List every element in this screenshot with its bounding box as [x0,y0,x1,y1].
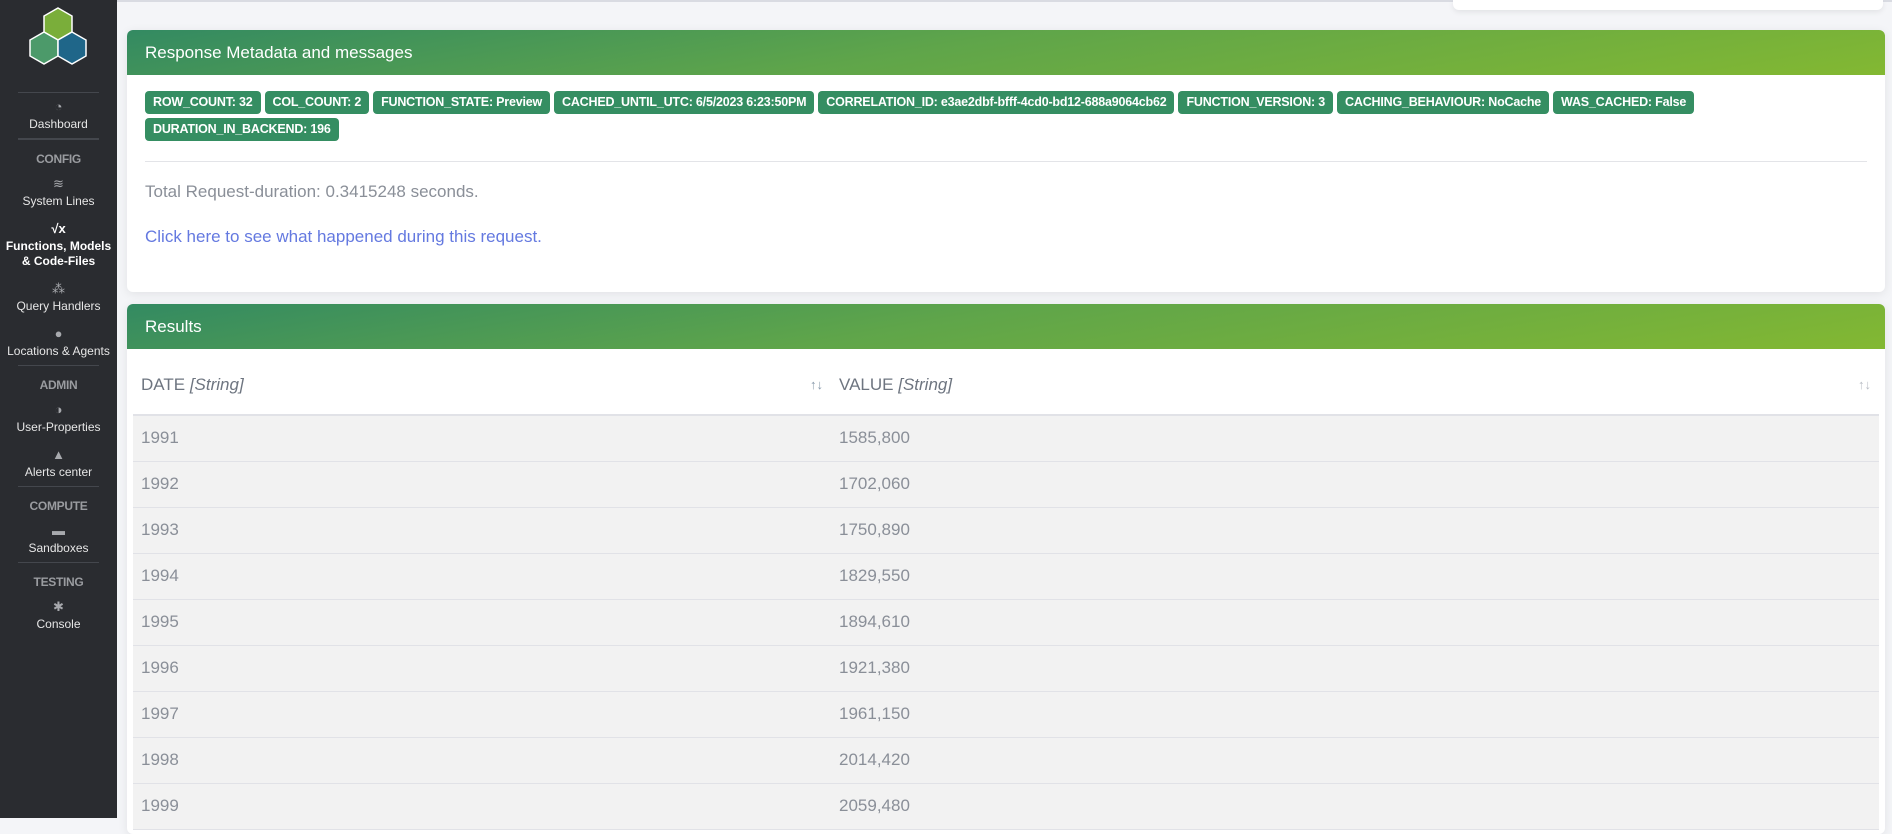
date-cell: 1998 [133,737,831,784]
top-card [1453,0,1883,10]
date-cell: 1995 [133,599,831,646]
results-table: DATE [String] ↑↓ VALUE [String] ↑↓ 1991 1585… [133,355,1879,830]
sidebar-section-config: CONFIG [36,152,81,166]
bug-icon: ✱ [53,599,64,614]
table-row: 1999 2059,480 [133,783,1879,830]
sidebar-section-admin: ADMIN [39,378,78,392]
metadata-badge: FUNCTION_STATE: Preview [373,91,551,114]
sidebar-item-console[interactable]: ✱ Console [0,593,117,638]
hexagon-logo-icon [29,7,87,65]
card-title: Results [127,304,1885,349]
metadata-badge: CACHED_UNTIL_UTC: 6/5/2023 6:23:50PM [554,91,815,114]
sidebar-item-label: Dashboard [29,117,88,131]
date-cell: 1993 [133,507,831,554]
table-row: 1994 1829,550 [133,553,1879,600]
briefcase-icon: ▬ [52,523,65,538]
value-cell: 1894,610 [831,599,1879,646]
value-cell: 1829,550 [831,553,1879,600]
sidebar-item-label: Locations & Agents [7,344,110,358]
table-row: 1993 1750,890 [133,507,1879,554]
cubes-icon: ⁂ [52,281,65,296]
table-row: 1995 1894,610 [133,599,1879,646]
value-cell: 1585,800 [831,415,1879,462]
sidebar-item-dashboard[interactable]: ◔ Dashboard [0,93,117,138]
map-marker-icon: ● [54,326,63,341]
sidebar-item-alerts-center[interactable]: ▲ Alerts center [0,441,117,486]
sidebar-item-query-handlers[interactable]: ⁂ Query Handlers [0,275,117,320]
column-name: DATE [141,374,186,394]
value-cell: 1702,060 [831,461,1879,508]
value-cell: 1961,150 [831,691,1879,738]
sidebar-item-label: Sandboxes [28,541,89,555]
layers-icon: ≋ [53,176,64,191]
sidebar-item-label: Query Handlers [16,299,101,313]
response-metadata-card: Response Metadata and messages ROW_COUNT… [127,30,1885,292]
shield-icon: ◑ [54,402,63,417]
sidebar-item-locations-agents[interactable]: ● Locations & Agents [0,320,117,365]
metadata-badge: COL_COUNT: 2 [264,91,370,114]
request-trace-link[interactable]: Click here to see what happened during t… [127,202,1885,247]
main-content: Response Metadata and messages ROW_COUNT… [117,0,1892,834]
column-type: [String] [189,374,244,394]
date-cell: 1991 [133,415,831,462]
card-title: Response Metadata and messages [127,30,1885,75]
sidebar-item-system-lines[interactable]: ≋ System Lines [0,170,117,215]
metadata-badges: ROW_COUNT: 32 COL_COUNT: 2 FUNCTION_STATE:… [127,75,1885,141]
column-header-value[interactable]: VALUE [String] ↑↓ [831,355,1879,416]
sidebar-section-testing: TESTING [33,575,84,589]
results-card: Results DATE [String] ↑↓ VALUE [String] ↑↓ … [127,304,1885,834]
sidebar-item-label: Alerts center [24,465,93,479]
sidebar-item-functions-models-code-files[interactable]: √x Functions, Models & Code-Files [0,215,117,275]
table-row: 1991 1585,800 [133,415,1879,462]
table-row: 1992 1702,060 [133,461,1879,508]
request-duration: Total Request-duration: 0.3415248 second… [145,182,479,201]
metadata-badge: DURATION_IN_BACKEND: 196 [145,118,339,141]
value-cell: 1921,380 [831,645,1879,692]
table-row: 1997 1961,150 [133,691,1879,738]
sqrt-x-icon: √x [51,221,66,236]
table-row: 1996 1921,380 [133,645,1879,692]
sort-icon[interactable]: ↑↓ [1858,377,1871,392]
sidebar-item-label: System Lines [22,194,95,208]
metadata-badge: WAS_CACHED: False [1553,91,1695,114]
date-cell: 1997 [133,691,831,738]
sidebar-item-label: Console [36,617,81,631]
date-cell: 1992 [133,461,831,508]
value-cell: 2059,480 [831,783,1879,830]
column-type: [String] [898,374,953,394]
sort-icon[interactable]: ↑↓ [810,377,823,392]
bell-icon: ▲ [52,447,65,462]
dashboard-icon: ◔ [54,99,63,114]
metadata-badge: CORRELATION_ID: e3ae2dbf-bfff-4cd0-bd12-… [818,91,1175,114]
sidebar-item-label: User-Properties [16,420,101,434]
metadata-badge: ROW_COUNT: 32 [145,91,261,114]
date-cell: 1996 [133,645,831,692]
sidebar-item-user-properties[interactable]: ◑ User-Properties [0,396,117,441]
sidebar-section-compute: COMPUTE [29,499,88,513]
sidebar: ◔ Dashboard CONFIG ≋ System Lines √x Functions… [0,0,117,818]
column-header-date[interactable]: DATE [String] ↑↓ [133,355,831,416]
date-cell: 1994 [133,553,831,600]
app-logo[interactable] [0,0,117,92]
sidebar-item-sandboxes[interactable]: ▬ Sandboxes [0,517,117,562]
value-cell: 2014,420 [831,737,1879,784]
table-row: 1998 2014,420 [133,737,1879,784]
sidebar-item-label: Functions, Models & Code-Files [5,239,112,268]
column-name: VALUE [839,374,894,394]
date-cell: 1999 [133,783,831,830]
value-cell: 1750,890 [831,507,1879,554]
metadata-badge: CACHING_BEHAVIOUR: NoCache [1337,91,1550,114]
metadata-badge: FUNCTION_VERSION: 3 [1178,91,1334,114]
